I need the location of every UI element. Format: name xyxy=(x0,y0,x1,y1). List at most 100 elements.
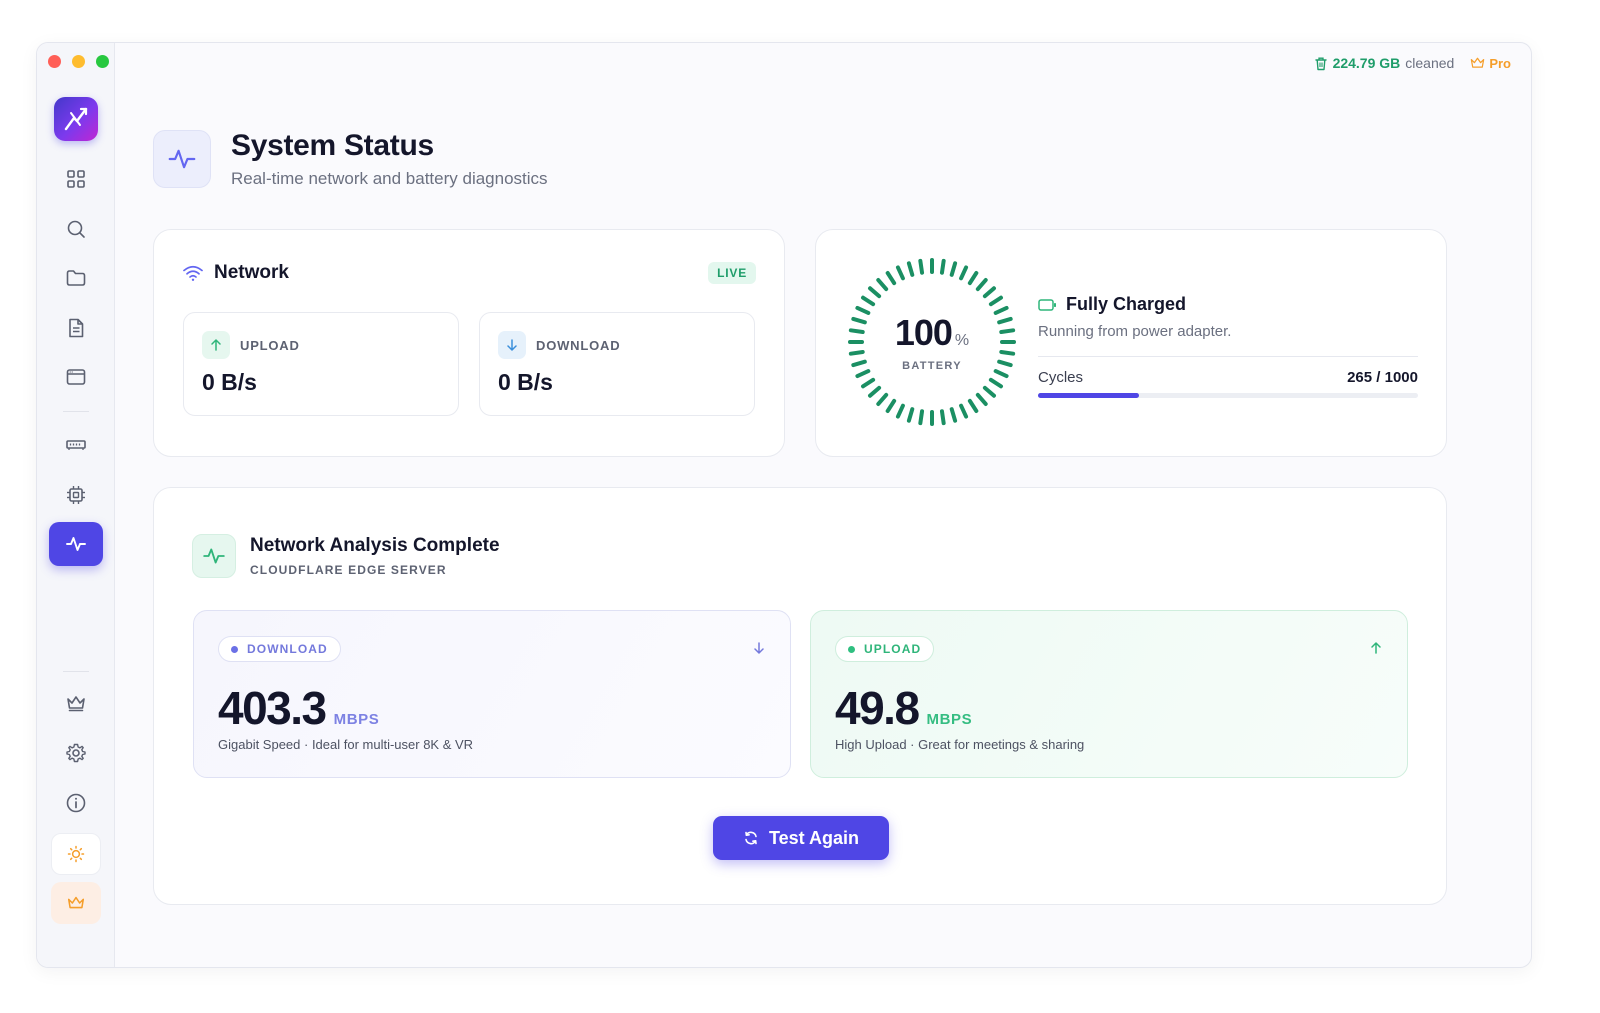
activity-icon xyxy=(66,537,86,551)
sidebar-item-files[interactable] xyxy=(49,256,103,300)
upload-value: 0 B/s xyxy=(202,369,257,395)
upload-dot-icon xyxy=(848,645,855,653)
document-icon xyxy=(69,318,84,338)
battery-info: Fully Charged Running from power adapter… xyxy=(1038,294,1418,398)
upload-arrow-icon xyxy=(202,331,230,359)
network-card: Network LIVE UPLOAD 0 B/s DOWNLOAD 0 B/s xyxy=(153,229,785,457)
download-arrow-icon xyxy=(498,331,526,359)
cycles-progress-track xyxy=(1038,393,1418,398)
battery-icon xyxy=(1038,298,1056,311)
folder-icon xyxy=(66,270,86,286)
info-icon xyxy=(66,793,86,813)
battery-percent: 100 xyxy=(894,312,953,353)
battery-divider xyxy=(1038,356,1418,357)
app-window: 224.79 GB cleaned Pro System Status Real… xyxy=(36,42,1532,968)
refresh-icon xyxy=(745,831,757,845)
crown-icon xyxy=(1471,57,1485,68)
cleaned-amount: 224.79 GB xyxy=(1332,55,1401,71)
grid-icon xyxy=(67,170,85,188)
download-value: 0 B/s xyxy=(498,369,553,395)
download-result-pill: DOWNLOAD xyxy=(218,636,341,662)
maximize-window-button[interactable] xyxy=(96,55,109,68)
battery-gauge: 100 % BATTERY xyxy=(846,256,1018,428)
sidebar-item-settings[interactable] xyxy=(49,731,103,775)
upload-label: UPLOAD xyxy=(240,337,300,353)
sidebar-item-documents[interactable] xyxy=(49,306,103,350)
pro-label: Pro xyxy=(1489,55,1511,71)
cycles-label: Cycles xyxy=(1038,369,1084,386)
trash-icon xyxy=(1314,57,1327,70)
download-speed-box: DOWNLOAD 0 B/s xyxy=(479,312,755,416)
sidebar-item-apps[interactable] xyxy=(49,355,103,399)
gear-icon xyxy=(66,743,86,763)
analysis-header: Network Analysis Complete CLOUDFLARE EDG… xyxy=(192,534,500,578)
minimize-window-button[interactable] xyxy=(72,55,85,68)
cleaned-indicator: 224.79 GB cleaned xyxy=(1314,55,1455,71)
live-badge: LIVE xyxy=(708,262,756,284)
app-logo-icon xyxy=(64,107,88,131)
download-result-unit: MBPS xyxy=(333,711,380,728)
sidebar-item-dashboard[interactable] xyxy=(49,157,103,201)
analysis-subtitle: CLOUDFLARE EDGE SERVER xyxy=(250,563,447,577)
battery-card: 100 % BATTERY Fully Charged Running from… xyxy=(815,229,1447,457)
sidebar-item-about[interactable] xyxy=(49,781,103,825)
memory-icon xyxy=(66,440,86,450)
upload-result-unit: MBPS xyxy=(926,711,973,728)
header-icon xyxy=(153,130,211,188)
cycles-progress-fill xyxy=(1038,393,1139,398)
sidebar-divider xyxy=(63,411,89,412)
battery-gauge-label: BATTERY xyxy=(902,360,962,372)
cleaned-label: cleaned xyxy=(1405,55,1455,71)
pro-upgrade-button[interactable] xyxy=(51,882,101,924)
battery-description: Running from power adapter. xyxy=(1038,323,1232,340)
sidebar-item-search[interactable] xyxy=(49,207,103,251)
page-header: System Status Real-time network and batt… xyxy=(153,129,548,189)
download-result-description: Gigabit Speed · Ideal for multi-user 8K … xyxy=(218,737,474,752)
search-icon xyxy=(67,220,85,238)
wifi-icon xyxy=(183,265,203,281)
arrow-down-icon xyxy=(754,642,764,654)
cpu-icon xyxy=(67,486,85,504)
top-bar: 224.79 GB cleaned Pro xyxy=(1314,55,1511,71)
activity-icon xyxy=(203,548,225,564)
page-title: System Status xyxy=(231,129,434,162)
network-title: Network xyxy=(214,262,289,283)
analysis-icon xyxy=(192,534,236,578)
test-again-label: Test Again xyxy=(768,827,859,848)
close-window-button[interactable] xyxy=(48,55,61,68)
crown-icon xyxy=(67,896,85,909)
activity-icon xyxy=(168,149,196,169)
analysis-title: Network Analysis Complete xyxy=(250,535,500,556)
download-label: DOWNLOAD xyxy=(536,337,621,353)
download-dot-icon xyxy=(231,645,238,653)
pro-badge[interactable]: Pro xyxy=(1470,56,1511,71)
upload-result-description: High Upload · Great for meetings & shari… xyxy=(835,737,1085,752)
download-result-value: 403.3 xyxy=(218,682,327,734)
upload-result-pill: UPLOAD xyxy=(835,636,935,662)
sidebar-item-memory[interactable] xyxy=(49,423,103,467)
download-result-label: DOWNLOAD xyxy=(247,642,328,656)
app-logo[interactable] xyxy=(54,97,98,141)
download-result-box: DOWNLOAD 403.3 MBPS Gigabit Speed · Idea… xyxy=(193,610,791,778)
test-again-button[interactable]: Test Again xyxy=(713,816,889,860)
sidebar-item-premium[interactable] xyxy=(49,681,103,725)
page-subtitle: Real-time network and battery diagnostic… xyxy=(231,169,548,188)
sidebar xyxy=(37,43,115,967)
light-theme-toggle[interactable] xyxy=(51,833,101,875)
sidebar-divider xyxy=(63,671,89,672)
sidebar-item-system-status[interactable] xyxy=(49,522,103,566)
battery-percent-unit: % xyxy=(954,332,970,349)
sidebar-item-cpu[interactable] xyxy=(49,473,103,517)
sun-icon xyxy=(67,845,85,863)
cycles-value: 265 / 1000 xyxy=(1347,369,1418,386)
arrow-up-icon xyxy=(1371,642,1381,654)
upload-speed-box: UPLOAD 0 B/s xyxy=(183,312,459,416)
crown-icon xyxy=(67,696,85,712)
upload-result-box: UPLOAD 49.8 MBPS High Upload · Great for… xyxy=(810,610,1408,778)
analysis-card: Network Analysis Complete CLOUDFLARE EDG… xyxy=(153,487,1447,905)
upload-result-value: 49.8 xyxy=(835,682,920,734)
network-card-header: Network xyxy=(182,262,289,284)
battery-status: Fully Charged xyxy=(1066,294,1187,314)
upload-result-label: UPLOAD xyxy=(864,642,922,656)
window-icon xyxy=(66,369,86,385)
